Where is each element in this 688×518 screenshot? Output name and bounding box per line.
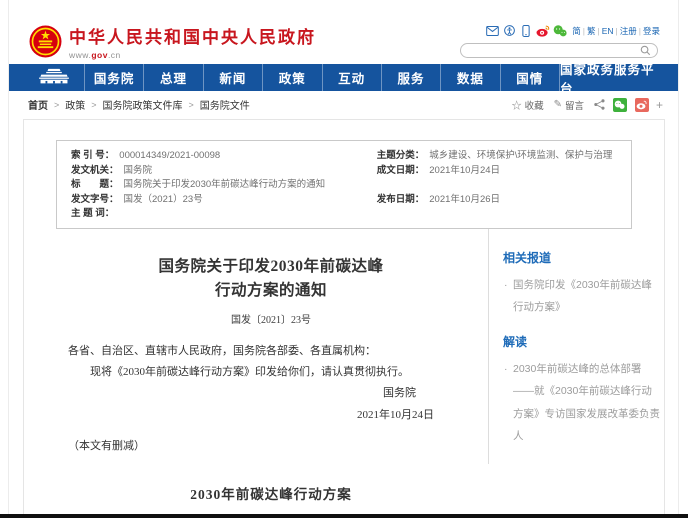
document-sign-date: 2021年10月24日	[68, 405, 474, 426]
meta-row-keywords: 主 题 词：	[71, 207, 377, 222]
nav-item-national-conditions[interactable]: 国情	[501, 64, 560, 91]
breadcrumb-state-council-docs[interactable]: 国务院文件	[200, 97, 250, 112]
breadcrumb-policy[interactable]: 政策	[65, 97, 85, 112]
document-title: 国务院关于印发2030年前碳达峰 行动方案的通知	[68, 255, 474, 303]
lang-separator: |	[616, 26, 618, 36]
nav-item-policy[interactable]: 政策	[263, 64, 322, 91]
meta-row-doc-number: 发文字号：国发（2021）23号	[71, 193, 377, 208]
comment-button[interactable]: ✎ 留言	[554, 98, 584, 112]
site-header: 中华人民共和国中央人民政府 www.gov.cn	[9, 0, 678, 64]
site-brand[interactable]: 中华人民共和国中央人民政府 www.gov.cn	[29, 23, 316, 60]
meta-spacer	[377, 178, 617, 193]
search-icon[interactable]	[640, 45, 651, 56]
main-nav: 国务院 总理 新闻 政策 互动 服务 数据 国情 国家政务服务平台	[9, 64, 678, 91]
related-reports-heading: 相关报道	[503, 249, 660, 266]
meta-doc-number-value: 国发（2021）23号	[124, 193, 203, 208]
favorite-label: 收藏	[525, 98, 544, 112]
meta-publish-date-value: 2021年10月26日	[429, 193, 500, 208]
document-body-wrap: 国务院关于印发2030年前碳达峰 行动方案的通知 国发〔2021〕23号 各省、…	[24, 229, 664, 518]
more-share-button[interactable]: +	[656, 98, 663, 112]
document-signer: 国务院	[68, 383, 474, 404]
document-meta-box: 索 引 号：000014349/2021-00098 发文机关：国务院 标 题：…	[56, 140, 632, 229]
pencil-icon: ✎	[554, 99, 562, 110]
lang-separator: |	[583, 26, 585, 36]
meta-left-column: 索 引 号：000014349/2021-00098 发文机关：国务院 标 题：…	[71, 149, 377, 222]
browser-page: 中华人民共和国中央人民政府 www.gov.cn	[8, 0, 679, 514]
national-emblem-logo	[29, 25, 62, 58]
document-title-line1: 国务院关于印发2030年前碳达峰	[68, 255, 474, 279]
meta-category-value: 城乡建设、环境保护\环境监测、保护与治理	[429, 149, 612, 164]
nav-item-state-council[interactable]: 国务院	[85, 64, 144, 91]
meta-issuer-value: 国务院	[124, 164, 153, 179]
site-search-box[interactable]	[460, 43, 658, 58]
meta-title-value: 国务院关于印发2030年前碳达峰行动方案的通知	[124, 178, 326, 193]
mobile-app-icon[interactable]	[519, 24, 533, 37]
document-main: 国务院关于印发2030年前碳达峰 行动方案的通知 国发〔2021〕23号 各省、…	[32, 229, 488, 518]
document-card: 索 引 号：000014349/2021-00098 发文机关：国务院 标 题：…	[23, 119, 665, 518]
window-bottom-edge	[0, 514, 688, 518]
quick-links-row: 简|繁|EN|注册|登录	[460, 24, 660, 37]
comment-label: 留言	[565, 98, 584, 112]
document-title-line2: 行动方案的通知	[68, 279, 474, 303]
site-title: 中华人民共和国中央人民政府	[69, 23, 316, 48]
search-input[interactable]	[467, 45, 640, 57]
weibo-share-icon[interactable]	[635, 98, 649, 112]
lang-simplified[interactable]: 简	[572, 26, 581, 36]
share-icon[interactable]	[594, 99, 605, 110]
interpretation-link[interactable]: 2030年前碳达峰的总体部署——就《2030年前碳达峰行动方案》专访国家发展改革…	[503, 358, 660, 448]
meta-row-title: 标 题：国务院关于印发2030年前碳达峰行动方案的通知	[71, 178, 377, 193]
document-addressees: 各省、自治区、直辖市人民政府，国务院各部委、各直属机构：	[68, 341, 474, 362]
meta-row-publish-date: 发布日期：2021年10月26日	[377, 193, 617, 208]
lang-separator: |	[639, 26, 641, 36]
nav-item-interaction[interactable]: 互动	[323, 64, 382, 91]
meta-row-category: 主题分类：城乡建设、环境保护\环境监测、保护与治理	[377, 149, 617, 164]
nav-item-news[interactable]: 新闻	[204, 64, 263, 91]
lang-separator: |	[598, 26, 600, 36]
login-link[interactable]: 登录	[643, 26, 660, 36]
nav-item-services[interactable]: 服务	[382, 64, 441, 91]
header-right: 简|繁|EN|注册|登录	[460, 24, 660, 58]
meta-row-written-date: 成文日期：2021年10月24日	[377, 164, 617, 179]
meta-row-issuer: 发文机关：国务院	[71, 164, 377, 179]
document-paragraph: 现将《2030年前碳达峰行动方案》印发给你们，请认真贯彻执行。	[68, 362, 474, 383]
nav-home-tiananmen[interactable]	[23, 64, 85, 91]
meta-index-value: 000014349/2021-00098	[119, 149, 220, 164]
site-url: www.gov.cn	[69, 50, 316, 60]
nav-item-data[interactable]: 数据	[441, 64, 500, 91]
action-plan-title: 2030年前碳达峰行动方案	[68, 483, 474, 503]
nav-item-premier[interactable]: 总理	[144, 64, 203, 91]
interpretation-heading: 解读	[503, 333, 660, 350]
document-number: 国发〔2021〕23号	[68, 311, 474, 326]
breadcrumb-separator: >	[189, 100, 194, 110]
url-cn: .cn	[108, 50, 121, 60]
breadcrumb-home[interactable]: 首页	[28, 97, 48, 112]
star-icon: ☆	[512, 97, 522, 112]
document-abridged-note: （本文有删减）	[68, 436, 474, 457]
wechat-share-icon[interactable]	[613, 98, 627, 112]
tiananmen-icon	[37, 68, 71, 87]
lang-english[interactable]: EN	[602, 26, 614, 36]
meta-row-index: 索 引 号：000014349/2021-00098	[71, 149, 377, 164]
lang-links: 简|繁|EN|注册|登录	[572, 25, 660, 37]
meta-right-column: 主题分类：城乡建设、环境保护\环境监测、保护与治理 成文日期：2021年10月2…	[377, 149, 617, 222]
url-gov: gov	[91, 50, 108, 60]
breadcrumb-separator: >	[54, 100, 59, 110]
wechat-icon[interactable]	[553, 24, 567, 37]
breadcrumb-separator: >	[91, 100, 96, 110]
doc-toolbar: ☆ 收藏 ✎ 留言 +	[502, 97, 663, 112]
related-report-link[interactable]: 国务院印发《2030年前碳达峰行动方案》	[503, 274, 660, 319]
breadcrumb-policy-library[interactable]: 国务院政策文件库	[103, 97, 183, 112]
url-www: www.	[69, 50, 91, 60]
related-sidebar: 相关报道 国务院印发《2030年前碳达峰行动方案》 解读 2030年前碳达峰的总…	[488, 229, 664, 464]
mail-icon[interactable]	[485, 24, 499, 37]
accessibility-icon[interactable]	[502, 24, 516, 37]
lang-traditional[interactable]: 繁	[587, 26, 596, 36]
brand-text: 中华人民共和国中央人民政府 www.gov.cn	[69, 23, 316, 60]
nav-item-gov-service-platform[interactable]: 国家政务服务平台	[560, 64, 665, 91]
register-link[interactable]: 注册	[620, 26, 637, 36]
weibo-icon[interactable]	[536, 24, 550, 37]
favorite-button[interactable]: ☆ 收藏	[512, 97, 544, 112]
meta-written-date-value: 2021年10月24日	[429, 164, 500, 179]
